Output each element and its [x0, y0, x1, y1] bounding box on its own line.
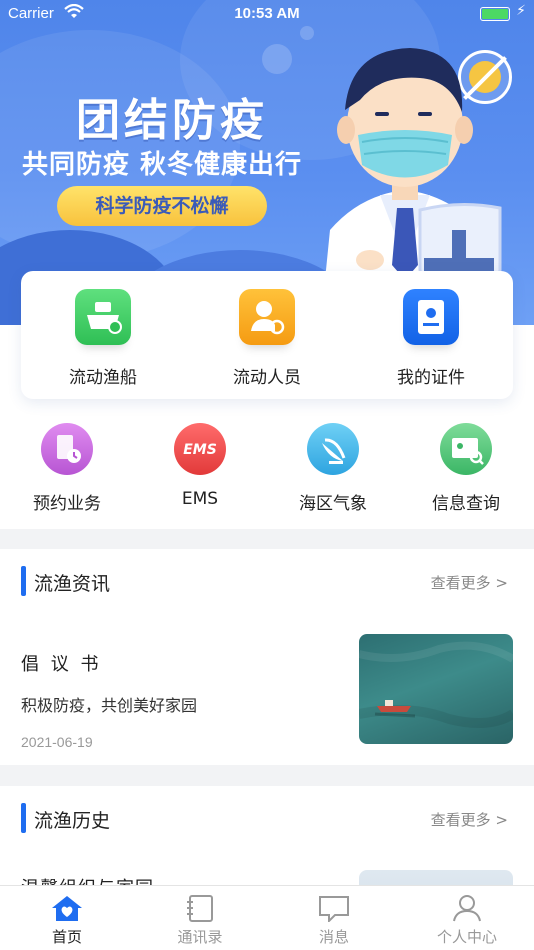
section-header: 流渔历史 查看更多 > — [0, 786, 534, 846]
service-info-query[interactable]: 信息查询 — [406, 423, 526, 514]
clock: 10:53 AM — [234, 5, 300, 22]
banner-bubble — [262, 44, 292, 74]
news-thumbnail — [359, 634, 513, 744]
quick-action-label: 流动人员 — [233, 368, 301, 388]
banner-title: 团结防疫 — [76, 95, 268, 146]
news-section: 流渔资讯 查看更多 > 倡 议 书 积极防疫，共创美好家园 2021-06-19 — [0, 549, 534, 765]
section-accent-bar — [21, 803, 26, 833]
service-appointment[interactable]: 预约业务 — [7, 423, 127, 514]
quick-action-fishing-boat[interactable]: 流动渔船 — [33, 289, 173, 388]
charging-icon: ⚡ — [516, 3, 526, 19]
news-subtitle: 积极防疫，共创美好家园 — [21, 696, 198, 715]
tab-bar: 首页 通讯录 消息 个人中心 — [0, 885, 534, 950]
banner-subtitle: 共同防疫 秋冬健康出行 — [22, 150, 303, 180]
quick-action-label: 我的证件 — [397, 368, 465, 388]
history-section: 流渔历史 查看更多 > 温馨组织与家园 — [0, 786, 534, 950]
svg-text:EMS: EMS — [183, 442, 217, 458]
service-label: 海区气象 — [299, 494, 367, 514]
see-more-link[interactable]: 查看更多 > — [431, 809, 508, 830]
section-title: 流渔历史 — [34, 810, 111, 832]
see-more-link[interactable]: 查看更多 > — [431, 572, 508, 593]
service-label: 信息查询 — [432, 494, 500, 514]
service-label: EMS — [181, 489, 219, 509]
ems-icon: EMS — [174, 423, 226, 475]
tab-label: 首页 — [51, 928, 82, 946]
tab-home[interactable]: 首页 — [0, 894, 134, 947]
service-label: 预约业务 — [33, 494, 101, 514]
quick-actions-card: 流动渔船 流动人员 我的证件 — [21, 271, 513, 399]
info-search-icon — [440, 423, 492, 475]
quick-action-mobile-personnel[interactable]: 流动人员 — [197, 289, 337, 388]
section-header: 流渔资讯 查看更多 > — [0, 549, 534, 609]
banner-slogan-pill: 科学防疫不松懈 — [57, 186, 267, 226]
quick-action-label: 流动渔船 — [69, 368, 137, 388]
section-title: 流渔资讯 — [34, 573, 111, 595]
news-title: 倡 议 书 — [21, 654, 102, 675]
battery-icon — [480, 7, 510, 21]
news-item[interactable]: 倡 议 书 积极防疫，共创美好家园 2021-06-19 — [0, 634, 534, 764]
quick-action-my-certificates[interactable]: 我的证件 — [361, 289, 501, 388]
contacts-icon — [187, 895, 213, 922]
appointment-icon — [41, 423, 93, 475]
person-sync-icon — [239, 289, 295, 345]
service-sea-weather[interactable]: 海区气象 — [273, 423, 393, 514]
tab-label: 消息 — [318, 928, 349, 946]
home-heart-icon — [52, 896, 82, 921]
news-date: 2021-06-19 — [21, 734, 93, 750]
satellite-dish-icon — [307, 423, 359, 475]
tab-profile[interactable]: 个人中心 — [400, 894, 534, 947]
tab-label: 通讯录 — [177, 928, 223, 946]
certificate-icon — [403, 289, 459, 345]
status-bar: Carrier 10:53 AM ⚡ — [0, 0, 534, 28]
tab-messages[interactable]: 消息 — [267, 894, 401, 947]
tab-label: 个人中心 — [436, 928, 497, 946]
fishing-boat-icon — [75, 289, 131, 345]
service-ems[interactable]: EMS EMS — [140, 423, 260, 509]
person-icon — [453, 895, 481, 922]
tab-contacts[interactable]: 通讯录 — [133, 894, 267, 947]
message-icon — [319, 896, 349, 922]
section-accent-bar — [21, 566, 26, 596]
